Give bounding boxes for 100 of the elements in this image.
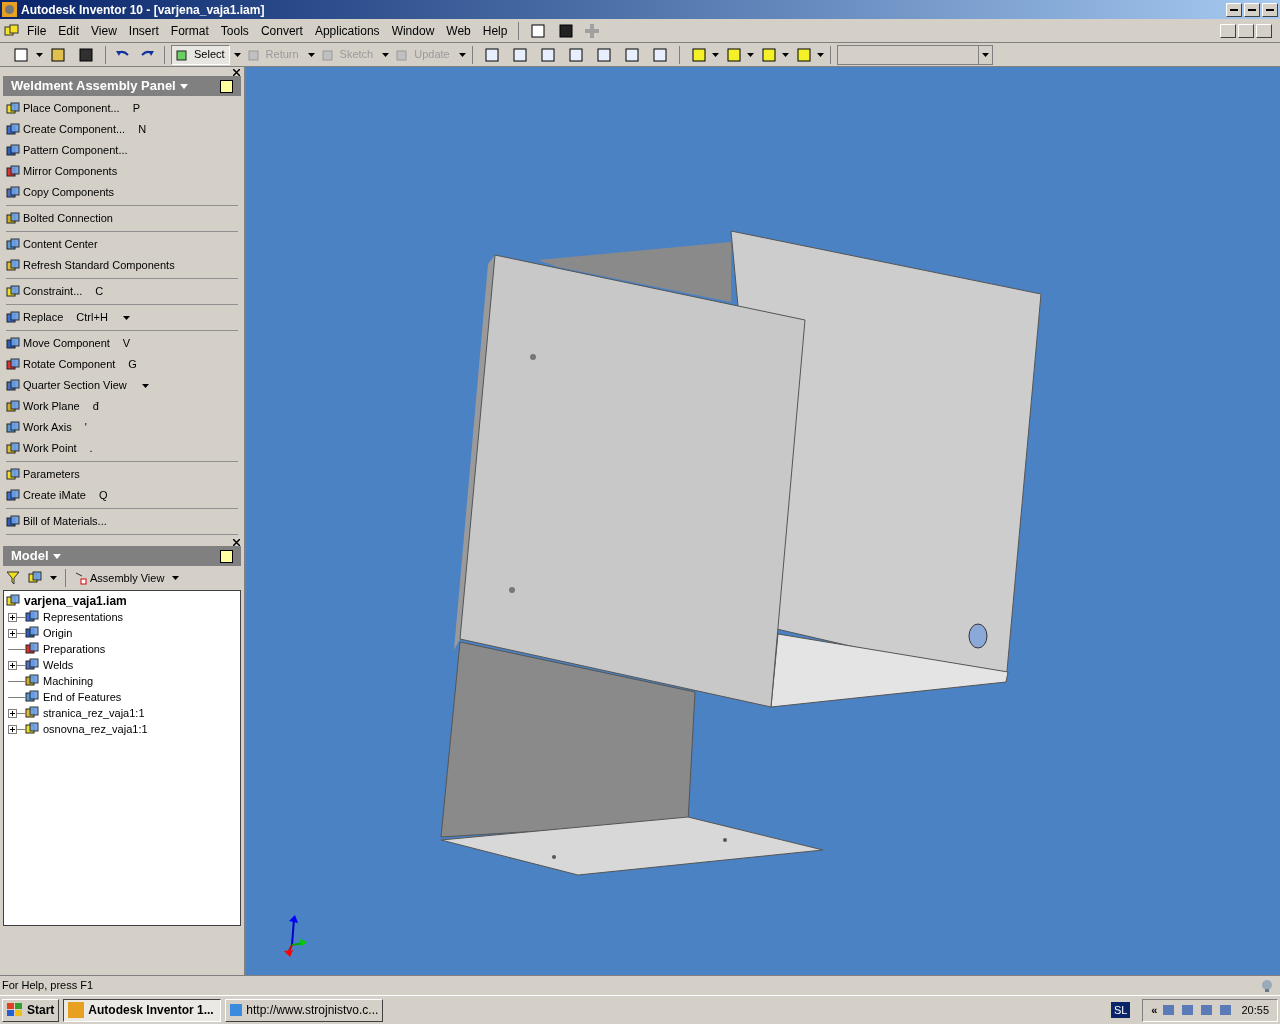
caret-icon	[382, 52, 390, 57]
caret-icon[interactable]	[179, 83, 188, 89]
expand-icon[interactable]	[8, 724, 17, 734]
tree-item[interactable]: Machining	[43, 672, 94, 690]
shortcut-key: V	[122, 335, 131, 352]
tool-icon	[6, 258, 20, 273]
tool-icon	[6, 514, 20, 529]
caret-icon	[141, 383, 149, 388]
view-icon	[74, 571, 88, 585]
panel-command[interactable]: Replace Ctrl+H	[6, 307, 130, 328]
tree-node-icon	[25, 610, 39, 624]
taskbar-button[interactable]: http://www.strojnistvo.c...	[225, 998, 384, 1022]
panel-command[interactable]: Bill of Materials...	[6, 511, 107, 532]
tree-node-icon	[25, 722, 39, 736]
panel-title[interactable]: Weldment Assembly Panel	[11, 76, 176, 96]
chevron-button[interactable]: «	[1151, 1001, 1158, 1019]
menu-item[interactable]: View	[86, 21, 122, 40]
menu-item[interactable]: Window	[386, 21, 440, 40]
tool-icon	[176, 47, 190, 62]
panel-command[interactable]: Place Component... P	[6, 98, 140, 119]
tree-node-icon	[25, 690, 39, 704]
tree-node-icon	[25, 642, 39, 656]
tree-node-icon	[25, 658, 39, 672]
clock: 20:55	[1241, 1002, 1269, 1018]
document-icon	[4, 23, 20, 38]
window-title: Autodesk Inventor 10 - [varjena_vaja1.iam]	[21, 1, 265, 19]
filter-icon[interactable]	[6, 571, 20, 585]
toolbar-button[interactable]: Select	[171, 44, 230, 65]
shortcut-key: .	[89, 440, 93, 457]
shortcut-key: P	[132, 100, 140, 117]
windows-logo	[7, 1003, 23, 1017]
panel-command[interactable]: Create Component... N	[6, 119, 147, 140]
tree-node-icon	[25, 626, 39, 640]
tree-node-icon	[25, 674, 39, 688]
menu-item[interactable]: Insert	[123, 21, 164, 40]
caret-icon	[458, 52, 466, 57]
shortcut-key: Ctrl+H	[76, 309, 108, 326]
panel-command[interactable]: Create iMate Q	[6, 485, 108, 506]
tool-icon	[247, 47, 262, 62]
panel-command[interactable]: Move Component V	[6, 333, 131, 354]
tool-icon	[6, 467, 20, 482]
panel-command[interactable]: Work Axis '	[6, 417, 87, 438]
panel-command[interactable]: Rotate Component G	[6, 354, 137, 375]
tree-item[interactable]: Origin	[43, 624, 73, 642]
language-indicator[interactable]: SL	[1110, 1001, 1131, 1019]
tool-icon	[6, 310, 20, 325]
caret-icon	[172, 576, 180, 580]
tool-icon	[6, 399, 20, 414]
menu-item[interactable]: Format	[165, 21, 214, 40]
menu-item[interactable]: File	[22, 21, 52, 40]
panel-command[interactable]: Constraint... C	[6, 281, 104, 302]
axis-triad-icon	[282, 913, 308, 957]
expand-icon[interactable]	[8, 628, 17, 638]
tool-icon	[321, 47, 336, 62]
tree-item[interactable]: varjena_vaja1.iam	[24, 592, 127, 610]
panel-command[interactable]: Mirror Components	[6, 161, 118, 182]
shortcut-key: G	[128, 356, 137, 373]
panel-title[interactable]: Model	[11, 546, 49, 566]
panel-command[interactable]: Pattern Component...	[6, 140, 128, 161]
tree-icon	[28, 571, 42, 585]
panel-command[interactable]: Content Center	[6, 234, 98, 255]
expand-icon[interactable]	[8, 708, 17, 718]
caret-icon[interactable]	[52, 553, 61, 559]
view-selector[interactable]: Assembly View	[74, 569, 165, 587]
expand-icon[interactable]	[8, 660, 17, 670]
start-button[interactable]: Start	[2, 998, 60, 1022]
taskbar-button[interactable]: Autodesk Inventor 1...	[63, 998, 222, 1022]
tree-node-icon	[25, 706, 39, 720]
tool-icon	[6, 378, 20, 393]
tree-item[interactable]: Representations	[43, 608, 124, 626]
caret-icon	[36, 52, 43, 57]
tree-item[interactable]: Welds	[43, 656, 74, 674]
panel-command[interactable]: Parameters	[6, 464, 80, 485]
status-text: For Help, press F1	[2, 978, 94, 994]
caret-icon	[711, 52, 719, 57]
panel-command[interactable]: Copy Components	[6, 182, 115, 203]
menu-item[interactable]: Web	[441, 21, 476, 40]
panel-command[interactable]: Refresh Standard Components	[6, 255, 175, 276]
panel-command[interactable]: Work Point .	[6, 438, 93, 459]
shortcut-key: Q	[99, 487, 108, 504]
panel-command[interactable]: Quarter Section View	[6, 375, 149, 396]
tree-item[interactable]: osnovna_rez_vaja1:1	[43, 720, 148, 738]
panel-command[interactable]: Bolted Connection	[6, 208, 113, 229]
menu-item[interactable]: Applications	[309, 21, 385, 40]
dropdown-field[interactable]	[836, 44, 993, 65]
tool-icon	[6, 143, 20, 158]
menu-item[interactable]: Edit	[53, 21, 85, 40]
tree-item[interactable]: stranica_rez_vaja1:1	[43, 704, 145, 722]
caret-icon	[746, 52, 754, 57]
tree-item[interactable]: Preparations	[43, 640, 106, 658]
panel-command[interactable]: Work Plane đ	[6, 396, 99, 417]
expand-icon[interactable]	[8, 612, 17, 622]
menu-item[interactable]: Help	[477, 21, 513, 40]
caret-icon	[781, 52, 789, 57]
menu-item[interactable]: Tools	[215, 21, 254, 40]
menu-item[interactable]: Convert	[255, 21, 308, 40]
tool-icon	[6, 101, 20, 116]
tool-icon	[6, 357, 20, 372]
caret-icon	[816, 52, 824, 57]
tree-item[interactable]: End of Features	[43, 688, 122, 706]
